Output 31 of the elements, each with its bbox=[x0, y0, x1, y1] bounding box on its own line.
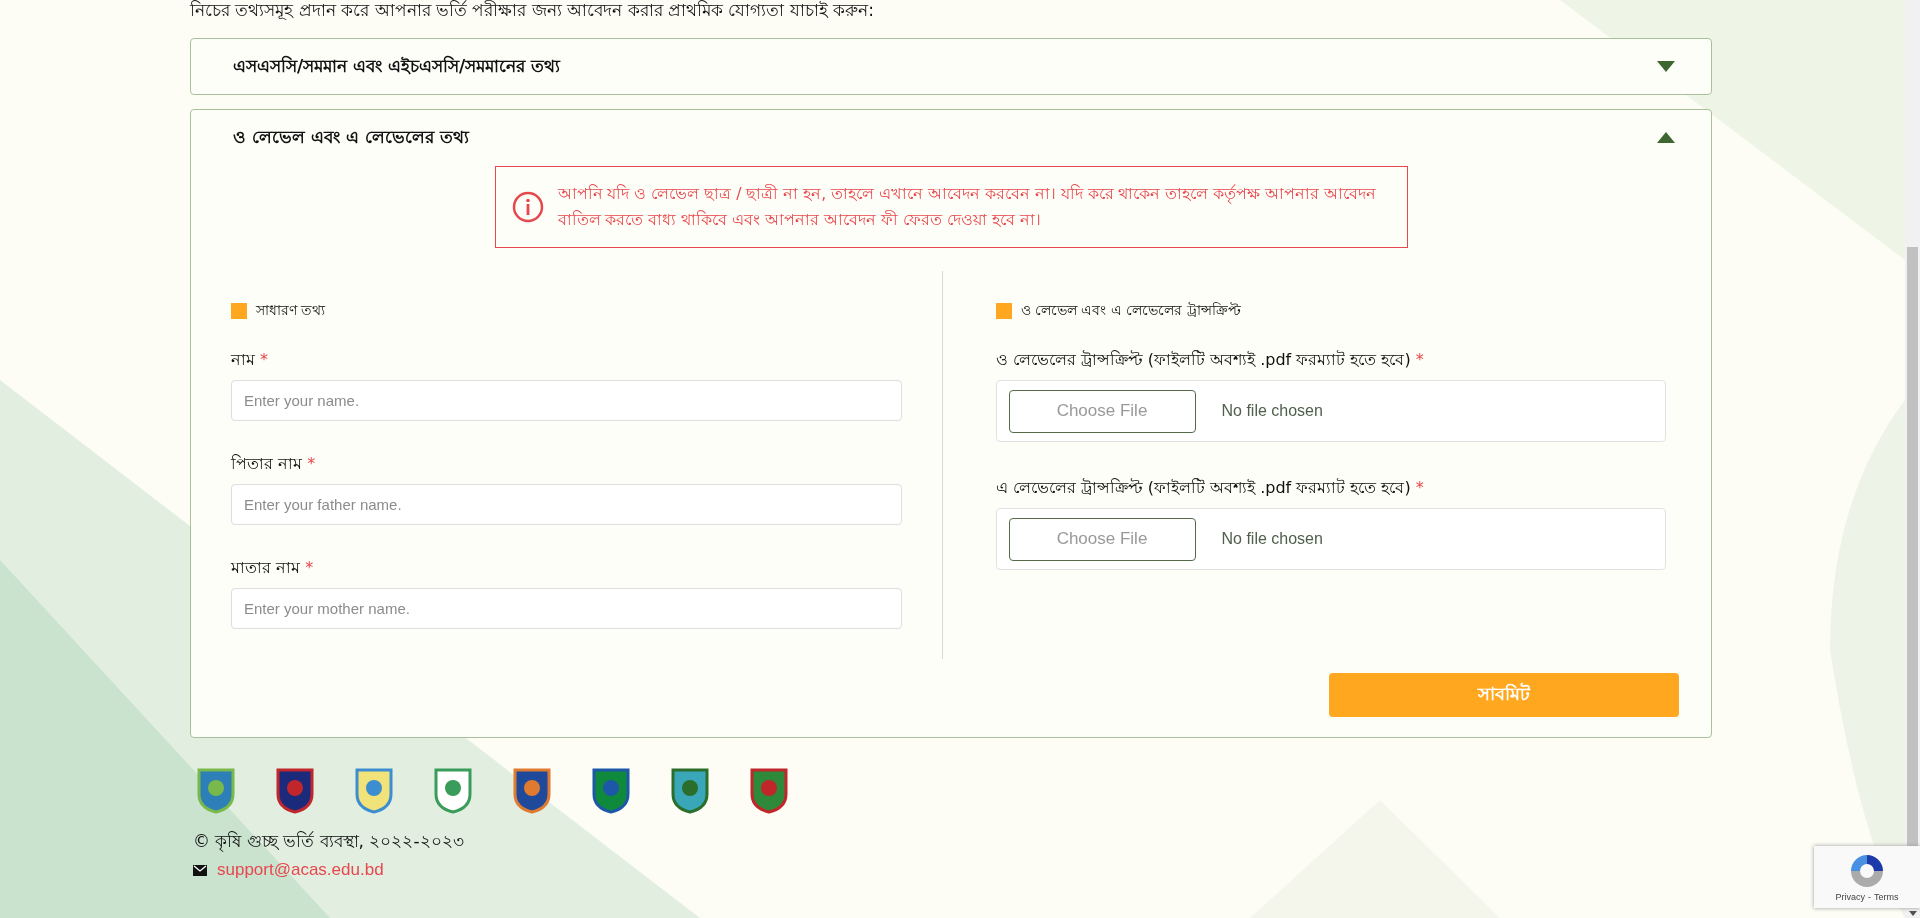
mail-icon bbox=[193, 864, 207, 876]
intro-text: নিচের তথ্যসমূহ প্রদান করে আপনার ভর্তি পরীক্ষার জন্য আবেদন করার প্রাথমিক যোগ্যতা যাচাই করুন: bbox=[190, 0, 875, 20]
recaptcha-icon bbox=[1848, 852, 1886, 890]
section-title: সাধারণ তথ্য bbox=[256, 301, 326, 320]
caret-up-icon bbox=[1657, 132, 1675, 143]
separator-text: - bbox=[1868, 892, 1871, 902]
file-input[interactable]: Choose File No file chosen bbox=[995, 380, 1666, 442]
info-icon bbox=[511, 191, 544, 223]
field-label: ও লেভেলের ট্রান্সক্রিপ্ট (ফাইলটি অবশ্যই .pdf ফরম্যাট হতে হবে) * bbox=[995, 349, 1425, 371]
section-marker bbox=[995, 303, 1012, 319]
field-label: মাতার নাম * bbox=[231, 557, 315, 579]
copyright-text: © কৃষি গুচ্ছ ভর্তি ব্যবস্থা, ২০২২-২০২৩ bbox=[193, 830, 465, 854]
field-label: নাম * bbox=[231, 349, 270, 371]
section-title: ও লেভেল এবং এ লেভেলের ট্রান্সক্রিপ্ট bbox=[1020, 301, 1241, 320]
field-label: এ লেভেলের ট্রান্সক্রিপ্ট (ফাইলটি অবশ্যই .pdf ফরম্যাট হতে হবে) * bbox=[995, 477, 1425, 499]
accordion-header[interactable]: ও লেভেল এবং এ লেভেলের তথ্য bbox=[191, 110, 1711, 165]
text-input[interactable]: Enter your mother name. bbox=[231, 588, 902, 629]
scrollbar[interactable] bbox=[1905, 0, 1920, 918]
file-status: No file chosen bbox=[1221, 402, 1323, 420]
recaptcha-link[interactable]: Terms bbox=[1874, 892, 1899, 902]
accordion-header[interactable]: এসএসসি/সমমান এবং এইচএসসি/সমমানের তথ্য bbox=[191, 39, 1711, 94]
file-input[interactable]: Choose File No file chosen bbox=[995, 508, 1666, 570]
text-input[interactable]: Enter your father name. bbox=[231, 484, 902, 525]
field-label: পিতার নাম * bbox=[231, 453, 317, 475]
scroll-down-arrow-icon[interactable] bbox=[1907, 908, 1918, 918]
warning-text: আপনি যদি ও লেভেল ছাত্র / ছাত্রী না হন, তাহলে এখানে আবেদন করবেন না। যদি করে থাকেন তাহলে কর্তৃপক্ষ আপনার আবেদন বাতিল করতে বাধ্য থাকিবে এবং আপনার আবেদন ফী ফেরত দেওয়া হবে না। bbox=[557, 183, 1378, 231]
recaptcha-link[interactable]: Privacy bbox=[1835, 892, 1865, 902]
caret-down-icon bbox=[1657, 61, 1675, 72]
file-status: No file chosen bbox=[1221, 530, 1323, 548]
text-input[interactable]: Enter your name. bbox=[231, 380, 902, 421]
section-marker bbox=[231, 303, 247, 319]
